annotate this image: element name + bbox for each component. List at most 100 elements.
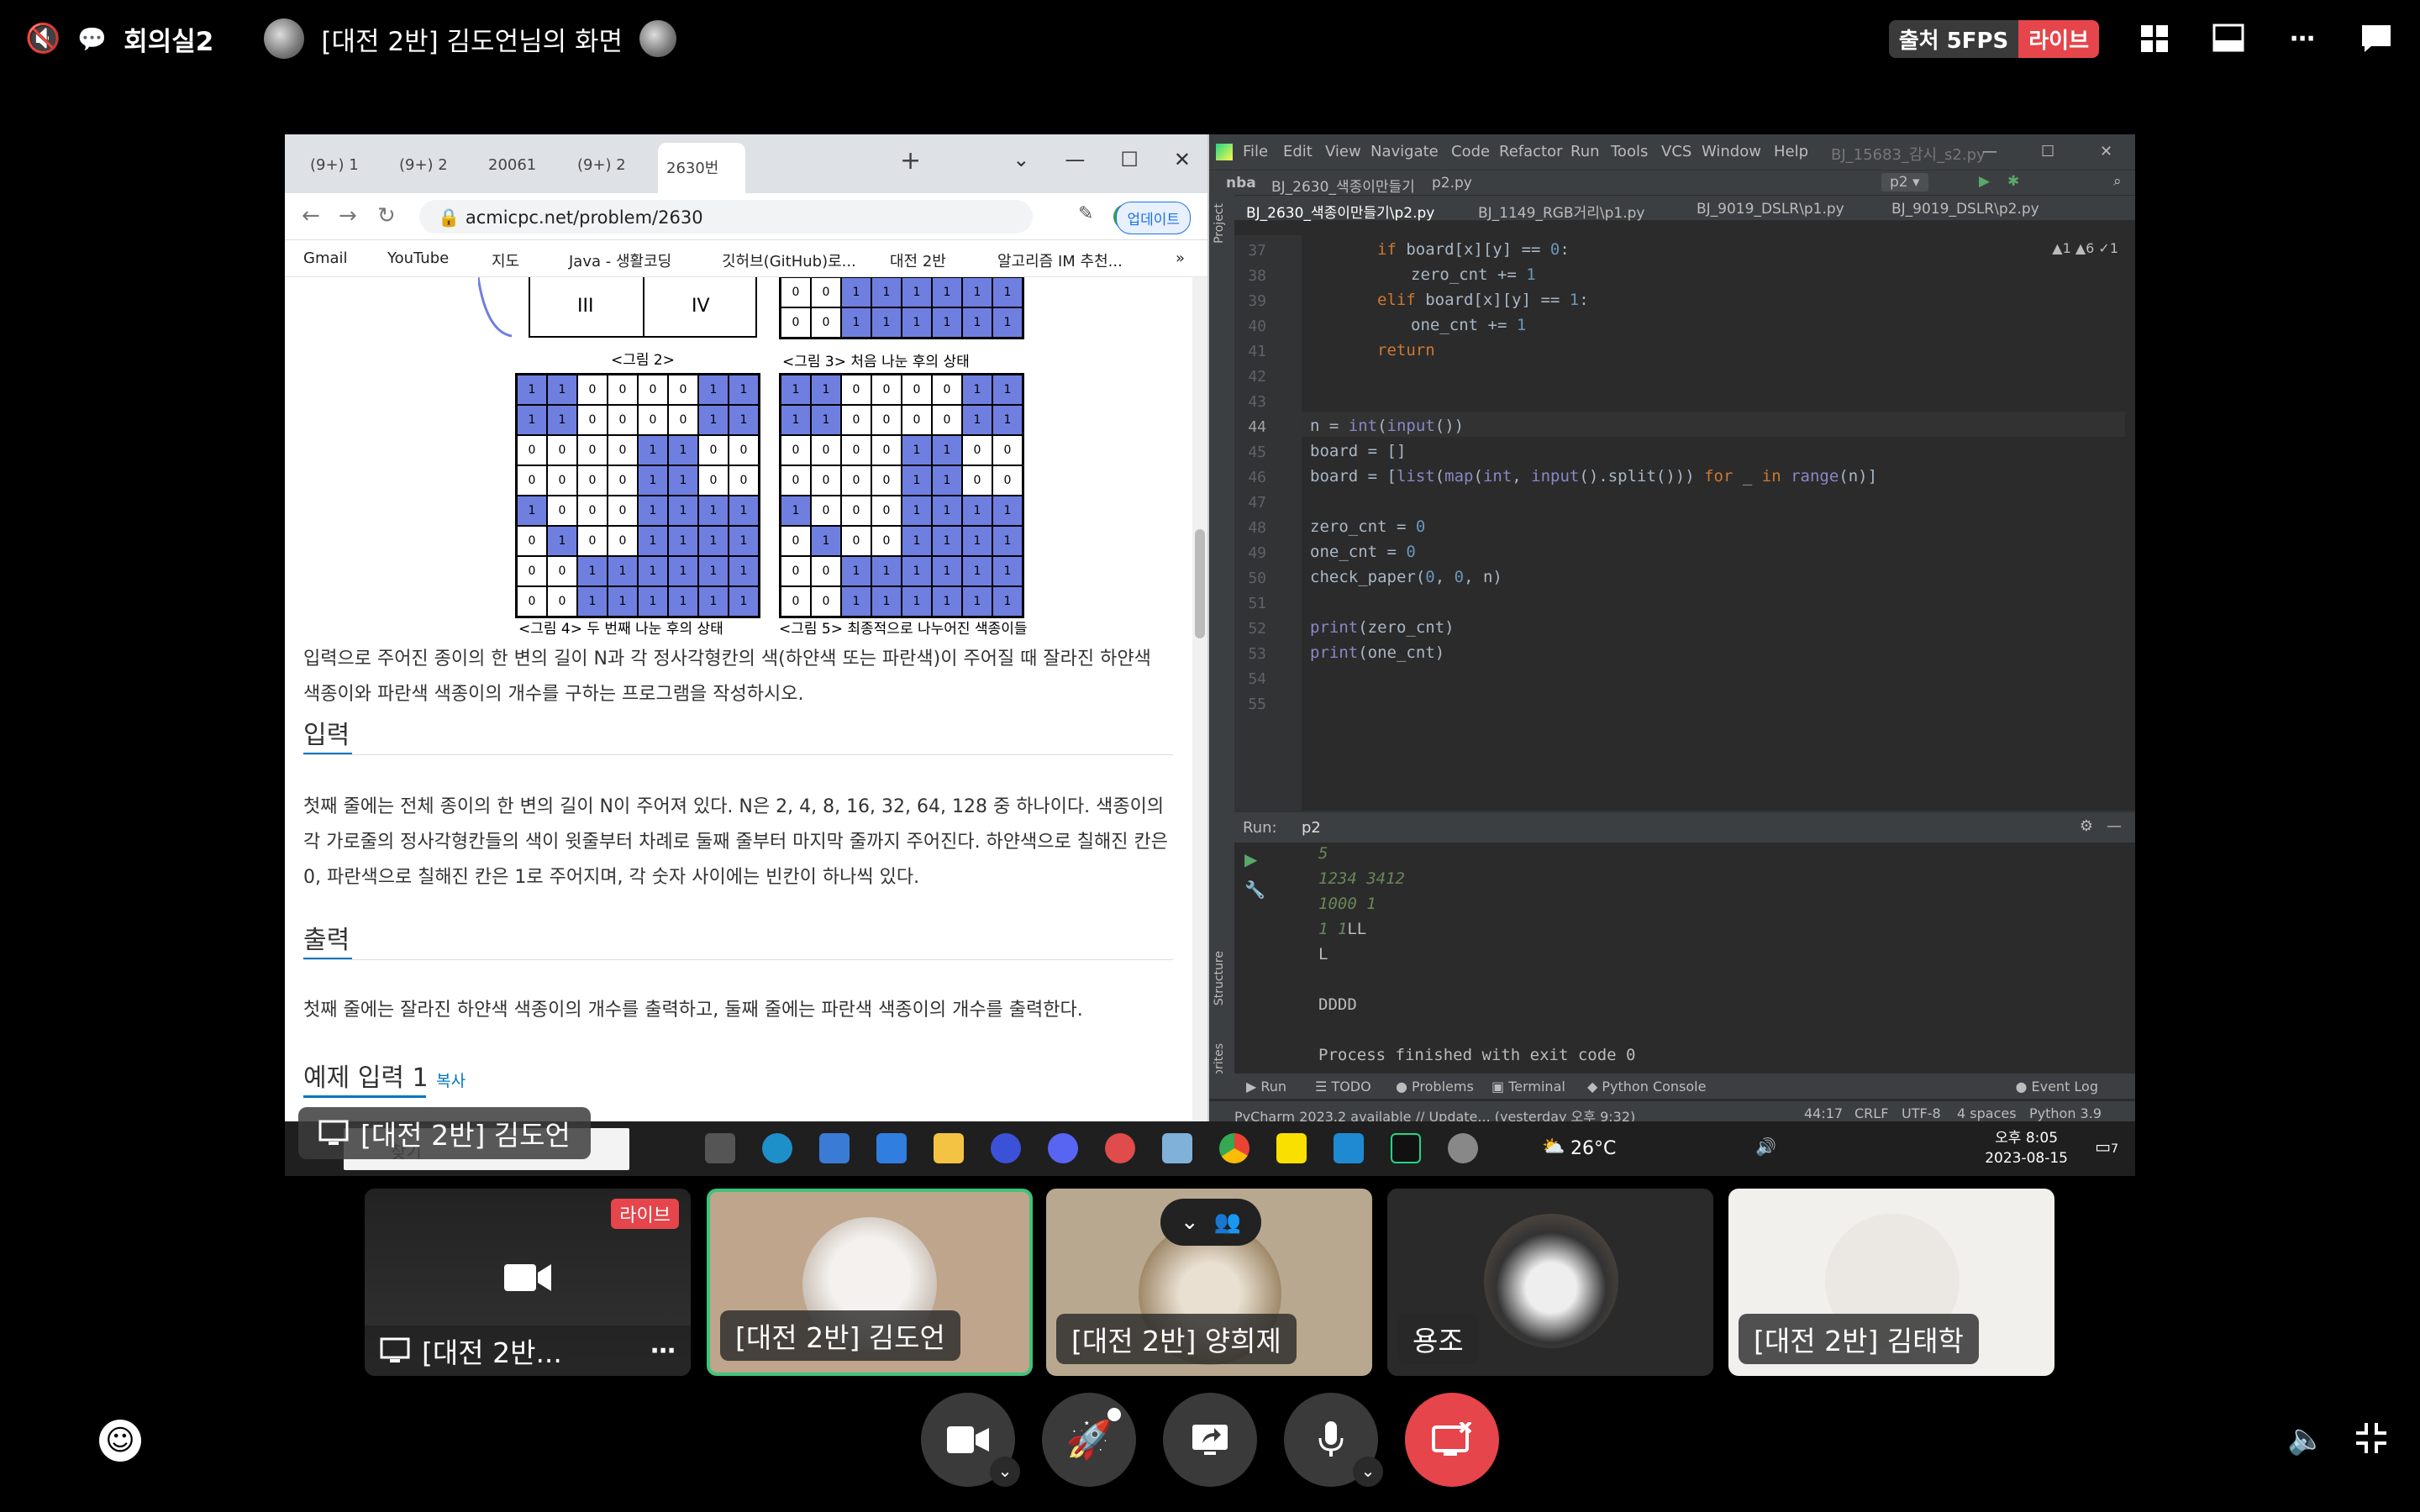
menu-window[interactable]: Window <box>1702 143 1761 160</box>
app-icon[interactable] <box>1105 1133 1135 1163</box>
notification-badge[interactable]: ▭7 <box>2095 1137 2118 1157</box>
bookmark-gmail[interactable]: Gmail <box>303 249 348 267</box>
chevron-down-icon[interactable]: ⌄ <box>1353 1457 1383 1487</box>
structure-tool-tab[interactable]: Structure <box>1213 951 1226 1005</box>
leave-button[interactable] <box>1405 1393 1499 1487</box>
menu-code[interactable]: Code <box>1451 143 1490 160</box>
run-tab[interactable]: p2 <box>1302 819 1321 837</box>
more-options-icon[interactable]: ⋯ <box>2284 20 2321 57</box>
problems-tool-tab[interactable]: ● Problems <box>1396 1079 1474 1095</box>
file-encoding[interactable]: UTF-8 <box>1902 1105 1941 1121</box>
more-icon[interactable]: ⋯ <box>650 1336 676 1366</box>
browser-tab[interactable]: (9+) 1 <box>302 143 389 193</box>
kakaotalk-icon[interactable] <box>1276 1133 1307 1163</box>
bookmark-java[interactable]: Java - 생활코딩 <box>569 249 671 271</box>
menu-tools[interactable]: Tools <box>1611 143 1648 160</box>
participant-tile[interactable]: [대전 2반] 김태학 <box>1728 1189 2054 1376</box>
people-icon[interactable]: 👥 <box>1214 1210 1241 1235</box>
inspection-summary[interactable]: ▲1 ▲6 ✓1 <box>2052 240 2118 256</box>
python-console-tool-tab[interactable]: ◆ Python Console <box>1587 1079 1706 1095</box>
address-input[interactable]: 🔒 acmicpc.net/problem/2630 <box>419 200 1033 234</box>
menu-help[interactable]: Help <box>1774 143 1808 160</box>
bookmark-class[interactable]: 대전 2반 <box>890 249 946 271</box>
menu-vcs[interactable]: VCS <box>1661 143 1691 160</box>
camera-button[interactable]: ⌄ <box>921 1393 1020 1487</box>
bookmark-map[interactable]: 지도 <box>492 249 519 271</box>
back-icon[interactable]: ← <box>302 203 320 228</box>
update-button[interactable]: 업데이트 <box>1116 202 1191 234</box>
editor-tab[interactable]: BJ_9019_DSLR\p2.py <box>1891 201 2039 218</box>
project-tool-tab[interactable]: Project <box>1213 203 1226 244</box>
participant-tile[interactable]: ⌄ 👥 [대전 2반] 양희제 <box>1046 1189 1372 1376</box>
weather-temp[interactable]: 26°C <box>1570 1138 1616 1159</box>
run-config-select[interactable]: p2 ▾ <box>1881 173 1928 192</box>
maximize-button[interactable]: ☐ <box>2041 143 2054 160</box>
app-icon[interactable] <box>1162 1133 1192 1163</box>
edge-icon[interactable] <box>762 1133 792 1163</box>
browser-tab-active[interactable]: 2630번 <box>658 143 745 193</box>
event-log-tab[interactable]: ● Event Log <box>2015 1079 2098 1095</box>
grid-layout-icon[interactable] <box>2136 20 2173 57</box>
line-separator[interactable]: CRLF <box>1854 1105 1888 1121</box>
speaker-icon[interactable]: 🔈 <box>2287 1421 2325 1457</box>
editor-tab[interactable]: BJ_1149_RGB거리\p1.py <box>1478 201 1644 222</box>
close-button[interactable]: ✕ <box>1174 148 1191 171</box>
menu-file[interactable]: File <box>1243 143 1268 160</box>
breadcrumb-project[interactable]: nba <box>1226 175 1256 192</box>
app-icon[interactable] <box>1448 1133 1478 1163</box>
reload-icon[interactable]: ↻ <box>377 203 396 228</box>
participant-tile-active[interactable]: [대전 2반] 김도언 <box>707 1189 1033 1376</box>
weather-icon[interactable]: ⛅ <box>1542 1137 1565 1158</box>
bookmark-youtube[interactable]: YouTube <box>387 249 449 267</box>
browser-tab[interactable]: (9+) 2 <box>391 143 478 193</box>
microphone-button[interactable]: ⌄ <box>1284 1393 1383 1487</box>
indent-setting[interactable]: 4 spaces <box>1957 1105 2017 1121</box>
debug-icon[interactable]: ✱ <box>2007 173 2019 190</box>
chevron-down-icon[interactable]: ⌄ <box>1013 148 1029 171</box>
mail-icon[interactable] <box>876 1133 907 1163</box>
task-view-icon[interactable] <box>705 1133 735 1163</box>
todo-tool-tab[interactable]: ☰ TODO <box>1315 1079 1371 1095</box>
extension-icon[interactable]: ✎ <box>1078 203 1093 224</box>
search-icon[interactable]: ⌕ <box>2113 173 2122 190</box>
participant-tile-screen[interactable]: 라이브 [대전 2반... ⋯ <box>365 1189 691 1376</box>
menu-view[interactable]: View <box>1325 143 1361 160</box>
hide-panel-icon[interactable]: — <box>2107 817 2122 835</box>
browser-tab[interactable]: 20061 <box>480 143 567 193</box>
close-button[interactable]: ✕ <box>2100 143 2112 160</box>
chevron-down-icon[interactable]: ⌄ <box>1181 1210 1199 1235</box>
menu-run[interactable]: Run <box>1570 143 1600 160</box>
menu-navigate[interactable]: Navigate <box>1370 143 1439 160</box>
terminal-tool-tab[interactable]: ▣ Terminal <box>1491 1079 1565 1095</box>
run-icon[interactable]: ▶ <box>1979 173 1990 190</box>
forward-icon[interactable]: → <box>339 203 357 228</box>
picture-in-picture-icon[interactable] <box>2210 20 2247 57</box>
breadcrumb-file[interactable]: p2.py <box>1432 175 1472 192</box>
new-tab-button[interactable]: + <box>900 146 921 176</box>
editor-tab-active[interactable]: BJ_2630_색종이만들기\p2.py <box>1246 201 1434 222</box>
exit-fullscreen-icon[interactable] <box>2354 1421 2388 1455</box>
maximize-button[interactable]: ☐ <box>1120 148 1139 171</box>
effects-button[interactable]: 🚀 <box>1042 1393 1136 1487</box>
interpreter[interactable]: Python 3.9 <box>2029 1105 2102 1121</box>
taskbar-clock[interactable]: 오후 8:05 2023-08-15 <box>1985 1128 2068 1168</box>
chrome-icon[interactable] <box>1219 1133 1249 1163</box>
scroll-thumb[interactable] <box>1195 529 1205 638</box>
participant-tile[interactable]: 용조 <box>1387 1189 1713 1376</box>
minimize-button[interactable]: — <box>1982 143 1997 160</box>
pycharm-icon[interactable] <box>1391 1133 1421 1163</box>
screen-share-button[interactable] <box>1163 1393 1257 1487</box>
bookmarks-overflow[interactable]: » <box>1176 249 1185 267</box>
minimize-button[interactable]: — <box>1065 148 1085 171</box>
chevron-down-icon[interactable]: ⌄ <box>990 1457 1020 1487</box>
emoji-icon[interactable]: ☺ <box>99 1420 141 1462</box>
tile-controls[interactable]: ⌄ 👥 <box>1160 1199 1261 1246</box>
speaker-mute-icon[interactable]: 🔇 <box>25 22 60 55</box>
bookmark-github[interactable]: 깃허브(GitHub)로... <box>722 249 856 271</box>
file-explorer-icon[interactable] <box>934 1133 964 1163</box>
store-icon[interactable] <box>819 1133 850 1163</box>
cursor-position[interactable]: 44:17 <box>1804 1105 1843 1121</box>
copy-link[interactable]: 복사 <box>436 1072 466 1090</box>
volume-icon[interactable]: 🔊 <box>1755 1137 1776 1157</box>
menu-edit[interactable]: Edit <box>1283 143 1313 160</box>
